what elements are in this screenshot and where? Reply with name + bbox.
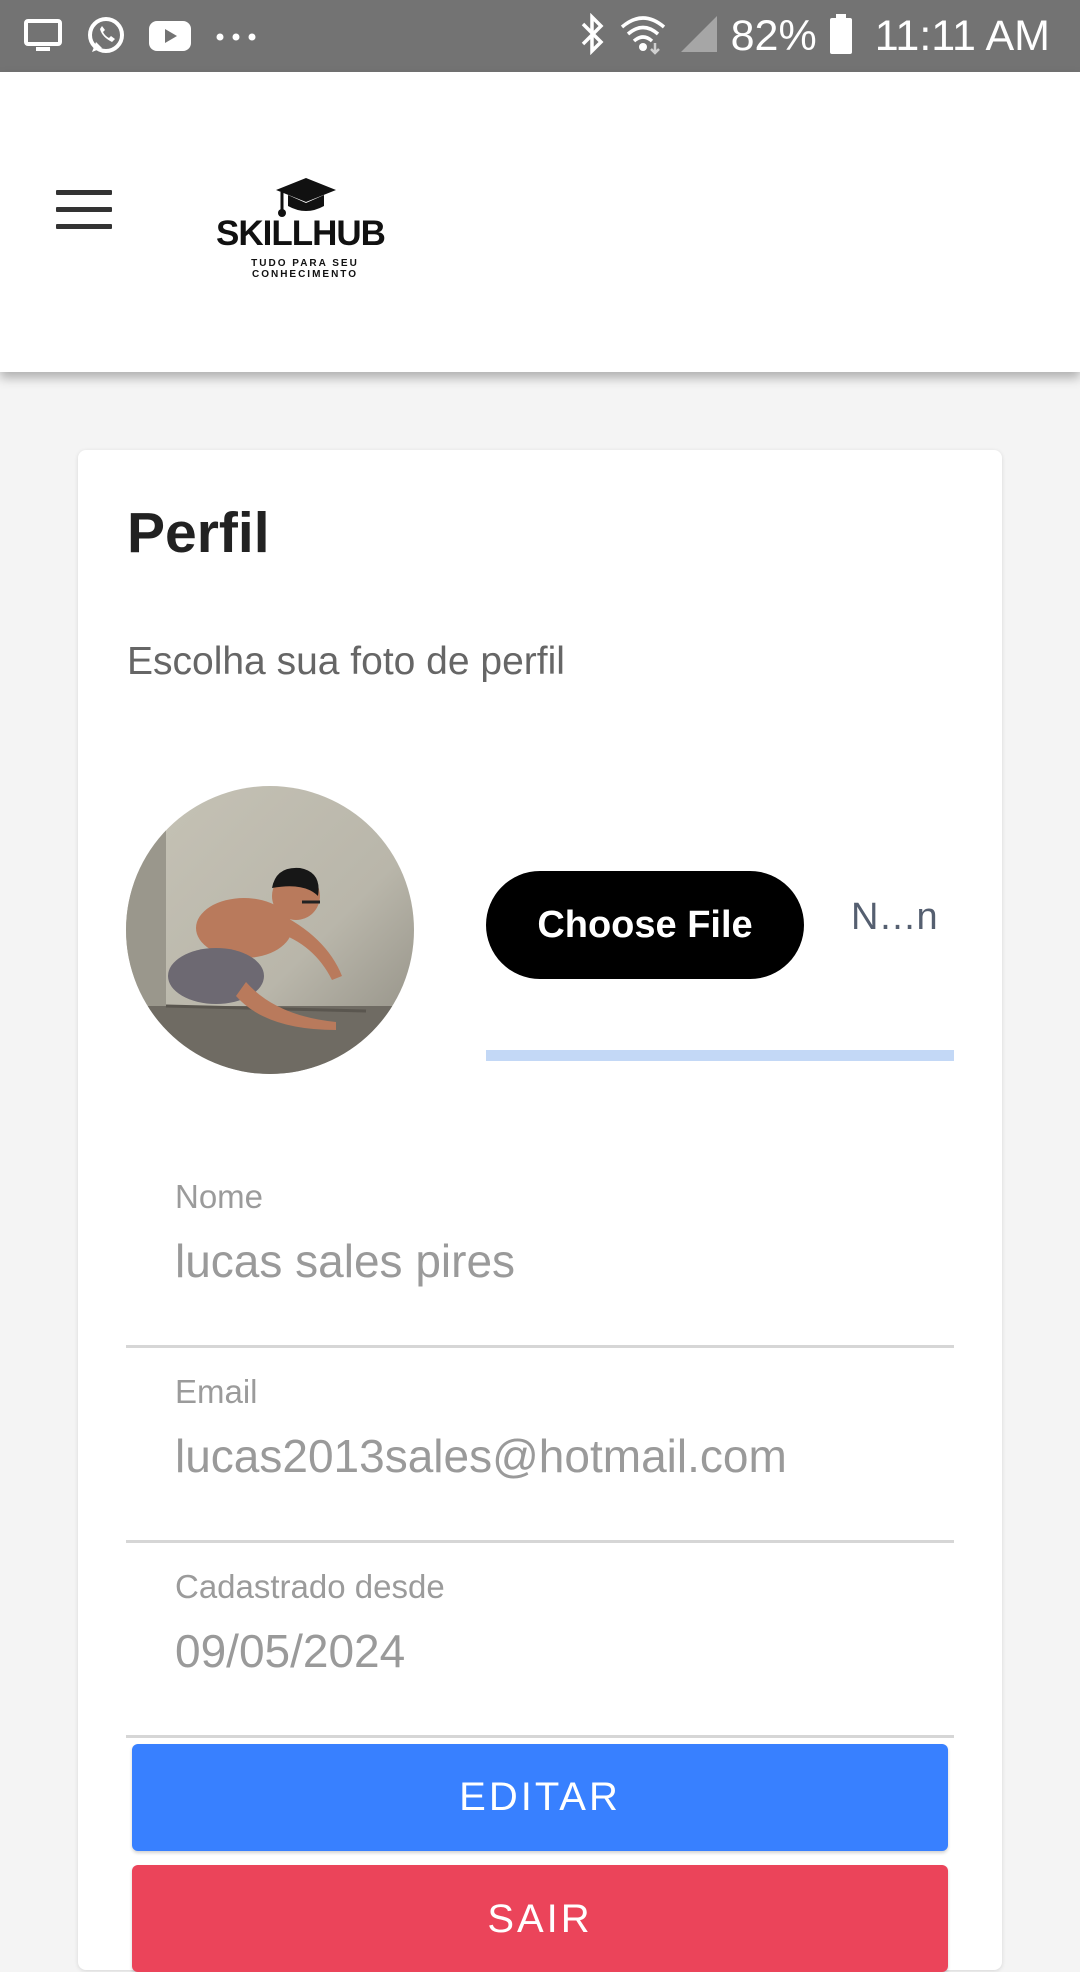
registered-since-label: Cadastrado desde bbox=[175, 1568, 445, 1605]
edit-button[interactable]: EDITAR bbox=[132, 1744, 948, 1851]
name-field[interactable]: Nome bbox=[126, 1150, 954, 1348]
file-status-text: N…n bbox=[851, 896, 938, 938]
avatar bbox=[126, 786, 414, 1074]
skillhub-logo: SKILLHUB TUDO PARA SEU CONHECIMENTO bbox=[214, 176, 404, 286]
youtube-icon bbox=[148, 19, 192, 58]
name-field-label: Nome bbox=[175, 1178, 264, 1215]
hamburger-menu-icon[interactable] bbox=[50, 190, 118, 238]
battery-icon bbox=[829, 13, 853, 60]
choose-file-button[interactable]: Choose File bbox=[486, 871, 804, 979]
bluetooth-icon bbox=[579, 12, 607, 60]
email-field[interactable]: Email bbox=[126, 1345, 954, 1543]
profile-card: Perfil Escolha sua foto de perfil Choose… bbox=[78, 450, 1002, 1972]
wifi-icon bbox=[619, 13, 667, 60]
logo-tagline: TUDO PARA SEU CONHECIMENTO bbox=[251, 258, 359, 280]
app-header: SKILLHUB TUDO PARA SEU CONHECIMENTO bbox=[0, 72, 1080, 372]
cell-signal-icon bbox=[679, 14, 719, 59]
battery-percent: 82% bbox=[730, 12, 817, 60]
screen-cast-icon bbox=[24, 18, 64, 59]
clock-time: 11:11 AM bbox=[874, 12, 1050, 60]
logo-title: SKILLHUB bbox=[216, 214, 386, 253]
whatsapp-icon bbox=[86, 16, 126, 61]
profile-photo bbox=[126, 786, 414, 1074]
notification-icons bbox=[24, 16, 258, 61]
logout-button[interactable]: SAIR bbox=[132, 1865, 948, 1972]
registered-since-input[interactable] bbox=[175, 1624, 945, 1678]
registered-since-field[interactable]: Cadastrado desde bbox=[126, 1540, 954, 1738]
status-bar: 82% 11:11 AM bbox=[0, 0, 1080, 72]
email-field-label: Email bbox=[175, 1373, 258, 1410]
name-field-input[interactable] bbox=[175, 1234, 945, 1288]
page-title: Perfil bbox=[127, 501, 270, 565]
photo-instruction: Escolha sua foto de perfil bbox=[127, 640, 565, 683]
file-input-underline bbox=[486, 1050, 954, 1061]
system-icons: 82% 11:11 AM bbox=[579, 10, 1050, 62]
email-field-input[interactable] bbox=[175, 1429, 945, 1483]
more-dots-icon bbox=[214, 30, 258, 48]
